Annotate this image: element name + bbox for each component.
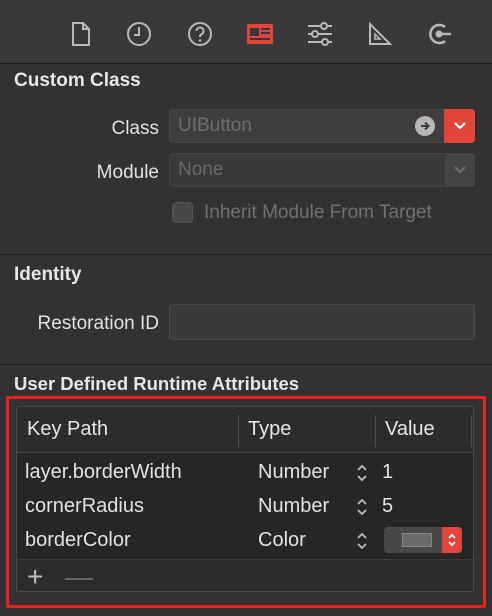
table-header: Key Path Type Value (17, 407, 473, 453)
identity-inspector-tab[interactable] (245, 18, 275, 50)
key-path-cell[interactable]: cornerRadius (25, 495, 144, 518)
history-inspector-tab[interactable] (124, 18, 154, 50)
table-row[interactable]: cornerRadius Number 5 (17, 490, 473, 524)
module-input[interactable]: None (178, 159, 223, 181)
runtime-attributes-table: Key Path Type Value layer.borderWidth Nu… (16, 406, 474, 592)
type-cell[interactable]: Number (258, 461, 329, 484)
table-row[interactable]: layer.borderWidth Number 1 (17, 456, 473, 490)
column-separator (238, 415, 239, 447)
column-separator (375, 415, 376, 447)
type-stepper-icon[interactable] (355, 496, 369, 518)
attributes-inspector-tab[interactable] (305, 18, 335, 50)
chevron-down-icon (453, 122, 466, 130)
identity-icon (247, 24, 273, 44)
restoration-id-label: Restoration ID (37, 313, 159, 334)
class-label: Class (111, 118, 159, 139)
column-separator (471, 415, 472, 447)
custom-class-title: Custom Class (14, 70, 141, 91)
table-row[interactable]: borderColor Color (17, 524, 473, 558)
runtime-attributes-title: User Defined Runtime Attributes (14, 373, 300, 394)
value-header[interactable]: Value (385, 418, 435, 441)
value-cell[interactable]: 5 (382, 495, 393, 518)
help-icon (188, 22, 212, 46)
connections-inspector-tab[interactable] (424, 18, 454, 50)
key-path-header[interactable]: Key Path (27, 418, 108, 441)
go-to-class-arrow-icon[interactable] (415, 116, 435, 136)
size-inspector-tab[interactable] (365, 18, 395, 50)
section-divider (0, 254, 492, 255)
table-footer: + — (17, 559, 473, 591)
file-icon (72, 22, 90, 46)
type-stepper-icon[interactable] (355, 462, 369, 484)
class-combobox[interactable]: UIButton (169, 109, 475, 143)
remove-attribute-button[interactable]: — (65, 563, 93, 591)
chevron-down-icon (454, 166, 466, 174)
clock-icon (127, 22, 151, 46)
module-dropdown-button[interactable] (444, 153, 475, 187)
type-stepper-icon[interactable] (355, 530, 369, 552)
add-attribute-button[interactable]: + (27, 563, 43, 591)
inspector-toolbar (0, 0, 492, 64)
ruler-icon (369, 21, 393, 45)
module-combobox[interactable]: None (169, 153, 475, 187)
type-cell[interactable]: Color (258, 529, 306, 552)
color-well[interactable] (384, 527, 462, 553)
key-path-cell[interactable]: borderColor (25, 529, 131, 552)
restoration-id-field[interactable] (169, 304, 475, 340)
color-swatch (402, 533, 432, 547)
type-header[interactable]: Type (248, 418, 291, 441)
class-dropdown-button[interactable] (444, 109, 475, 143)
color-popup-button[interactable] (442, 527, 462, 553)
section-divider (0, 364, 492, 365)
sliders-icon (308, 22, 332, 46)
key-path-cell[interactable]: layer.borderWidth (25, 461, 182, 484)
quick-help-tab[interactable] (185, 18, 215, 50)
stepper-arrows-icon (448, 533, 456, 547)
identity-title: Identity (14, 264, 82, 285)
class-input[interactable]: UIButton (178, 115, 252, 137)
inherit-module-checkbox[interactable] (172, 202, 193, 223)
value-cell[interactable]: 1 (382, 461, 393, 484)
type-cell[interactable]: Number (258, 495, 329, 518)
inherit-module-label: Inherit Module From Target (204, 202, 432, 223)
module-label: Module (96, 162, 159, 183)
file-inspector-tab[interactable] (66, 18, 96, 50)
connections-icon (429, 23, 451, 45)
